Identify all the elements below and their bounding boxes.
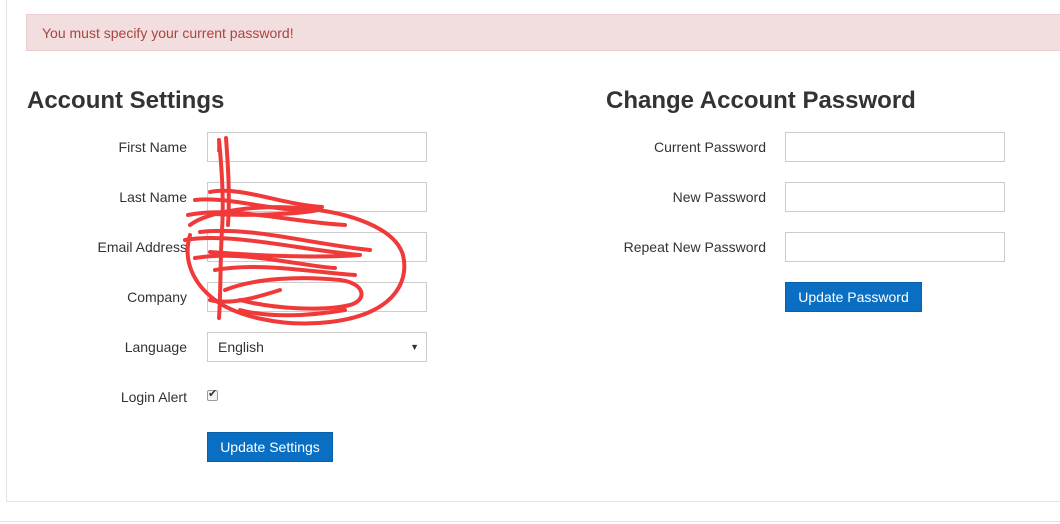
- login-alert-row: Login Alert ✔: [0, 382, 440, 412]
- language-select[interactable]: English ▼: [207, 332, 427, 362]
- new-password-input[interactable]: [785, 182, 1005, 212]
- company-label: Company: [127, 289, 187, 305]
- page: You must specify your current password! …: [0, 0, 1060, 524]
- new-password-label: New Password: [672, 189, 766, 205]
- repeat-password-label: Repeat New Password: [623, 239, 766, 255]
- language-select-value: English: [218, 339, 264, 355]
- update-settings-button[interactable]: Update Settings: [207, 432, 333, 462]
- error-alert: You must specify your current password!: [26, 14, 1060, 51]
- login-alert-checkbox[interactable]: ✔: [207, 388, 218, 401]
- company-row: Company: [0, 282, 440, 312]
- update-password-button[interactable]: Update Password: [785, 282, 922, 312]
- current-password-row: Current Password: [0, 132, 1020, 162]
- change-password-title: Change Account Password: [606, 87, 916, 114]
- current-password-label: Current Password: [653, 139, 766, 155]
- account-settings-title: Account Settings: [27, 87, 225, 114]
- company-input[interactable]: [207, 282, 427, 312]
- language-row: Language English ▼: [0, 332, 440, 362]
- error-alert-message: You must specify your current password!: [42, 25, 294, 41]
- new-password-row: New Password: [0, 182, 1020, 212]
- chevron-down-icon: ▼: [410, 342, 419, 352]
- language-label: Language: [124, 339, 187, 355]
- repeat-password-input[interactable]: [785, 232, 1005, 262]
- checkmark-icon: ✔: [208, 388, 218, 400]
- current-password-input[interactable]: [785, 132, 1005, 162]
- footer-divider: [0, 521, 1060, 522]
- login-alert-label: Login Alert: [120, 389, 187, 405]
- repeat-password-row: Repeat New Password: [0, 232, 1020, 262]
